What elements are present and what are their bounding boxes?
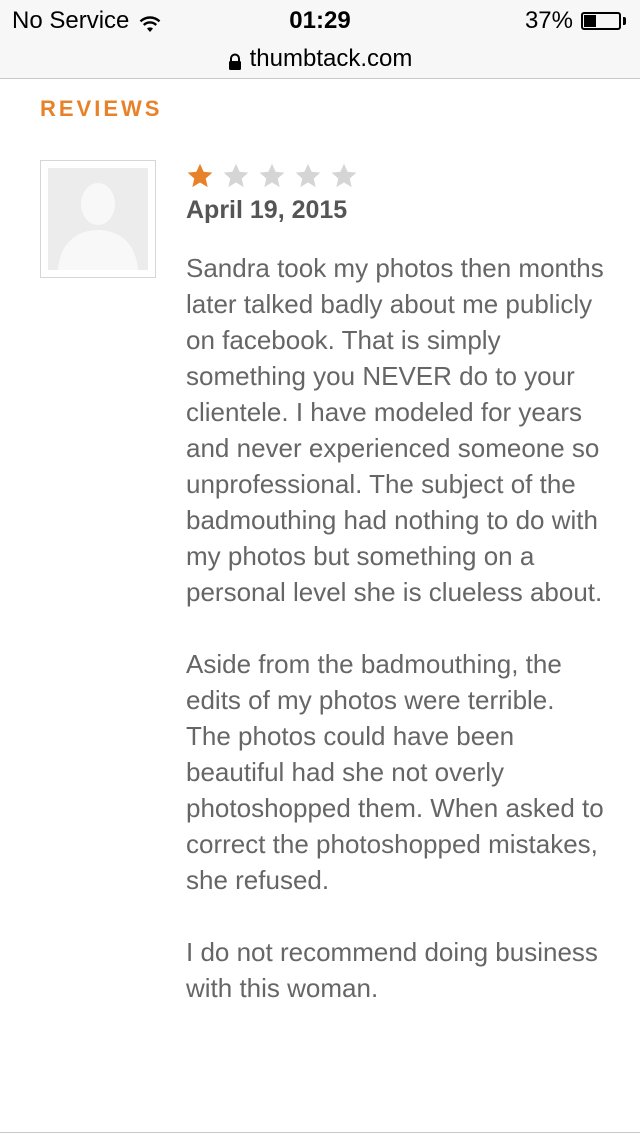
default-avatar-icon [48,168,148,270]
url-domain: thumbtack.com [249,45,413,72]
reviews-heading: REVIEWS [40,96,163,121]
battery-level-fill [584,15,596,27]
star-empty-icon [295,163,321,188]
review-paragraph: Aside from the badmouthing, the edits of… [186,649,604,895]
battery-nub [623,17,626,25]
star-empty-icon [259,163,285,188]
star-filled-icon [187,163,213,188]
reviewer-avatar [40,160,156,278]
star-rating [186,162,366,190]
review-text: Sandra took my photos then months later … [186,250,606,1042]
review-paragraph: I do not recommend doing business with t… [186,937,598,1003]
battery-icon [581,12,621,30]
battery-percent: 37% [524,7,573,34]
review-paragraph: Sandra took my photos then months later … [186,253,604,607]
lock-icon [228,50,242,70]
star-empty-icon [331,163,357,188]
review-date: April 19, 2015 [186,196,348,224]
star-empty-icon [223,163,249,188]
divider [0,1132,640,1133]
url-bar[interactable]: thumbtack.com [0,40,640,79]
battery-status: 37% [525,7,626,35]
status-bar: No Service 01:29 37% [0,0,640,40]
